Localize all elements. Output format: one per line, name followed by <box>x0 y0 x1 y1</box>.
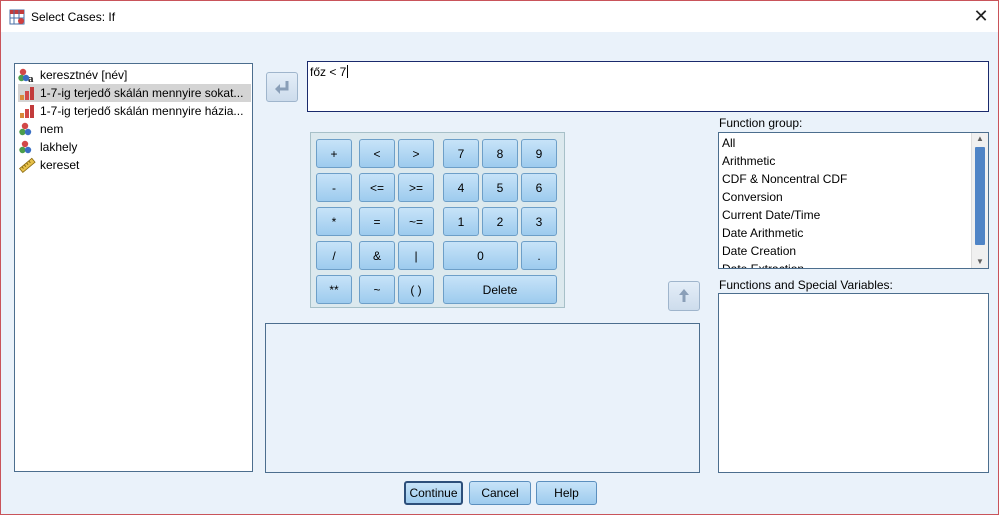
return-arrow-icon <box>275 81 289 94</box>
continue-button[interactable]: Continue <box>404 481 463 505</box>
functions-label: Functions and Special Variables: <box>719 278 893 292</box>
key-parens[interactable]: ( ) <box>398 275 434 304</box>
function-group-scrollbar[interactable]: ▲ ▼ <box>971 133 988 268</box>
key-eq[interactable]: = <box>359 207 395 236</box>
variable-item[interactable]: nem <box>18 120 251 138</box>
move-variable-button[interactable] <box>266 72 298 102</box>
key-0[interactable]: 0 <box>443 241 518 270</box>
functions-list[interactable] <box>718 293 989 473</box>
ordinal-icon <box>20 105 34 118</box>
cancel-button[interactable]: Cancel <box>469 481 531 505</box>
variable-list[interactable]: a keresztnév [név] 1-7-ig terjedő skálán… <box>14 63 253 472</box>
key-gt[interactable]: > <box>398 139 434 168</box>
title-bar: Select Cases: If ✕ <box>1 1 998 32</box>
expression-input[interactable]: főz < 7 <box>307 61 989 112</box>
key-lt[interactable]: < <box>359 139 395 168</box>
key-ge[interactable]: >= <box>398 173 434 202</box>
key-le[interactable]: <= <box>359 173 395 202</box>
scale-ruler-icon <box>19 157 36 173</box>
function-group-item[interactable]: Current Date/Time <box>722 206 820 224</box>
key-3[interactable]: 3 <box>521 207 557 236</box>
key-dot[interactable]: . <box>521 241 557 270</box>
variable-label: 1-7-ig terjedő skálán mennyire sokat... <box>40 86 244 100</box>
key-plus[interactable]: + <box>316 139 352 168</box>
key-not[interactable]: ~ <box>359 275 395 304</box>
nominal-string-icon: a <box>18 68 34 83</box>
calculator-keypad: + < > 7 8 9 - <= >= 4 5 6 * = ~= 1 2 3 /… <box>310 132 565 308</box>
spss-app-icon <box>9 9 25 25</box>
key-minus[interactable]: - <box>316 173 352 202</box>
key-8[interactable]: 8 <box>482 139 518 168</box>
up-arrow-icon <box>679 289 689 302</box>
function-group-item[interactable]: Date Arithmetic <box>722 224 803 242</box>
select-cases-dialog: Select Cases: If ✕ a keresztnév [név] 1-… <box>0 0 999 515</box>
variable-label: 1-7-ig terjedő skálán mennyire házia... <box>40 104 244 118</box>
scroll-thumb[interactable] <box>975 147 985 245</box>
key-6[interactable]: 6 <box>521 173 557 202</box>
key-2[interactable]: 2 <box>482 207 518 236</box>
key-delete[interactable]: Delete <box>443 275 557 304</box>
variable-item[interactable]: a keresztnév [név] <box>18 66 251 84</box>
key-5[interactable]: 5 <box>482 173 518 202</box>
expression-text: főz < 7 <box>310 65 347 79</box>
variable-label: lakhely <box>40 140 78 154</box>
insert-function-button[interactable] <box>668 281 700 311</box>
key-power[interactable]: ** <box>316 275 352 304</box>
variable-item[interactable]: lakhely <box>18 138 251 156</box>
variable-label: kereset <box>40 158 80 172</box>
function-group-item[interactable]: Date Extraction <box>722 260 804 268</box>
key-or[interactable]: | <box>398 241 434 270</box>
key-7[interactable]: 7 <box>443 139 479 168</box>
variable-item[interactable]: kereset <box>18 156 251 174</box>
close-icon: ✕ <box>973 6 989 26</box>
function-group-item[interactable]: CDF & Noncentral CDF <box>722 170 847 188</box>
help-button[interactable]: Help <box>536 481 597 505</box>
close-button[interactable]: ✕ <box>970 5 992 27</box>
key-1[interactable]: 1 <box>443 207 479 236</box>
window-title: Select Cases: If <box>31 10 116 24</box>
key-ne[interactable]: ~= <box>398 207 434 236</box>
ordinal-icon <box>20 87 34 100</box>
scroll-down-icon[interactable]: ▼ <box>972 256 988 268</box>
key-9[interactable]: 9 <box>521 139 557 168</box>
function-group-item[interactable]: Conversion <box>722 188 783 206</box>
function-group-item[interactable]: Arithmetic <box>722 152 775 170</box>
function-group-label: Function group: <box>719 116 803 130</box>
function-description-box <box>265 323 700 473</box>
variable-item[interactable]: 1-7-ig terjedő skálán mennyire házia... <box>18 102 251 120</box>
variable-label: nem <box>40 122 64 136</box>
function-group-list[interactable]: All Arithmetic CDF & Noncentral CDF Conv… <box>718 132 989 269</box>
key-divide[interactable]: / <box>316 241 352 270</box>
function-group-item[interactable]: Date Creation <box>722 242 796 260</box>
svg-text:a: a <box>28 73 34 83</box>
key-and[interactable]: & <box>359 241 395 270</box>
key-4[interactable]: 4 <box>443 173 479 202</box>
text-caret <box>347 65 349 78</box>
key-multiply[interactable]: * <box>316 207 352 236</box>
nominal-icon <box>19 122 32 136</box>
function-group-item[interactable]: All <box>722 134 735 152</box>
nominal-icon <box>19 140 32 154</box>
scroll-up-icon[interactable]: ▲ <box>972 133 988 145</box>
variable-label: keresztnév [név] <box>40 68 128 82</box>
variable-item-selected[interactable]: 1-7-ig terjedő skálán mennyire sokat... <box>18 84 251 102</box>
